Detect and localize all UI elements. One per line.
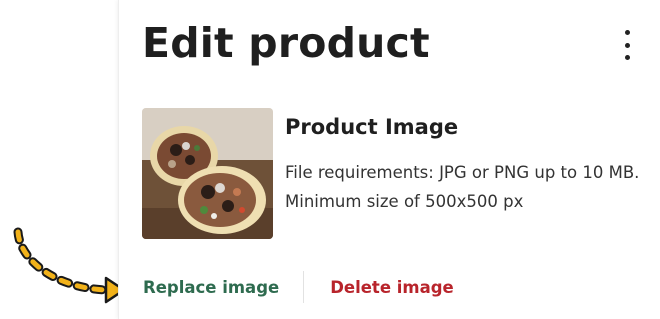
- edit-product-card: Edit product Product Image File requirem…: [118, 0, 660, 319]
- kebab-menu-icon[interactable]: [615, 28, 639, 62]
- product-image-heading: Product Image: [285, 115, 459, 139]
- delete-image-button[interactable]: Delete image: [330, 278, 454, 297]
- kebab-dot: [624, 55, 630, 60]
- file-requirements-text: File requirements: JPG or PNG up to 10 M…: [285, 163, 640, 211]
- product-thumbnail: [142, 108, 273, 239]
- action-divider: [303, 271, 305, 303]
- kebab-dot: [624, 42, 630, 48]
- image-actions: Replace image Delete image: [143, 270, 454, 304]
- replace-image-button[interactable]: Replace image: [143, 278, 279, 297]
- burrito-image-icon: [142, 108, 273, 239]
- page-title: Edit product: [142, 19, 430, 67]
- kebab-dot: [624, 30, 630, 35]
- page: Edit product Product Image File requirem…: [0, 0, 660, 319]
